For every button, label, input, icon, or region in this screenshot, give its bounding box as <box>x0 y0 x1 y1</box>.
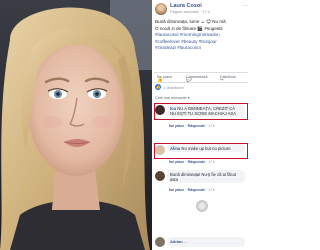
comment-time: 17 h <box>208 188 216 192</box>
post-caption: Bună dimineața, lume ☕ 😊 Nu mă O nouă zi… <box>155 19 248 52</box>
commenter-avatar[interactable] <box>155 171 165 181</box>
share-arrow-icon: ↪ <box>220 77 224 82</box>
reply-author[interactable]: Adrian <box>170 239 183 244</box>
post-timestamp[interactable]: Pagina asociată · 17 h <box>170 9 210 14</box>
post-actions-bar: 👍 Îmi place 💬 Comentează ↪ Distribuie <box>154 72 248 83</box>
caption-hashtags[interactable]: #ziradeazi #lauracosoi <box>155 45 248 52</box>
thumbs-up-icon: 👍 <box>157 77 163 82</box>
commenter-avatar[interactable] <box>155 237 165 247</box>
comment-time: 17 h <box>208 160 216 164</box>
comment-links: Îmi place · Răspunde · 17 h <box>169 124 216 128</box>
like-reaction-icon: 👍 <box>155 84 161 90</box>
highlight-box <box>154 143 248 159</box>
comment-links: Îmi place · Răspunde · 17 h <box>169 160 216 164</box>
comment-reply-link[interactable]: Răspunde <box>188 188 205 192</box>
comment-time: 17 h <box>208 124 216 128</box>
comments-sort[interactable]: Cele mai relevante ▾ <box>155 95 190 100</box>
reactions-summary[interactable]: 👍 1 distribuire <box>155 84 248 91</box>
comment: Bună dimineața! Nu-ți fie că ai făcut as… <box>154 170 248 194</box>
comment-bubble: Bună dimineața! Nu-ți fie că ai făcut as… <box>167 170 245 184</box>
comment-links: Îmi place · Răspunde · 17 h <box>169 188 216 192</box>
comment-reply-link[interactable]: Răspunde <box>188 124 205 128</box>
comment-button[interactable]: 💬 Comentează <box>186 75 208 82</box>
reply-bubble: Adrian ... <box>167 237 245 247</box>
share-count[interactable]: 1 distribuire <box>163 85 184 90</box>
comment-reply-link[interactable]: Răspunde <box>188 160 205 164</box>
speech-bubble-icon: 💬 <box>186 77 192 82</box>
comment-text: Bună dimineața! Nu-ți fie că ai făcut as… <box>170 171 237 182</box>
comment-like-link[interactable]: Îmi place <box>169 188 184 192</box>
share-button[interactable]: ↪ Distribuie <box>220 75 236 82</box>
post-panel: Laura Cosoi Pagina asociată · 17 h ··· B… <box>152 0 250 250</box>
author-avatar[interactable] <box>155 3 167 15</box>
selfie-image <box>0 0 152 250</box>
post-header: Laura Cosoi Pagina asociată · 17 h ··· <box>155 3 249 19</box>
sticker-image <box>196 200 208 212</box>
comment-like-link[interactable]: Îmi place <box>169 124 184 128</box>
comment-like-link[interactable]: Îmi place <box>169 160 184 164</box>
reply-text: ... <box>183 239 188 244</box>
more-dots-icon[interactable]: ··· <box>242 3 248 9</box>
like-button[interactable]: 👍 Îmi place <box>157 75 172 82</box>
reply-preview[interactable]: Adrian ... <box>154 236 248 248</box>
post-photo[interactable] <box>0 0 152 250</box>
highlight-box <box>154 103 248 120</box>
